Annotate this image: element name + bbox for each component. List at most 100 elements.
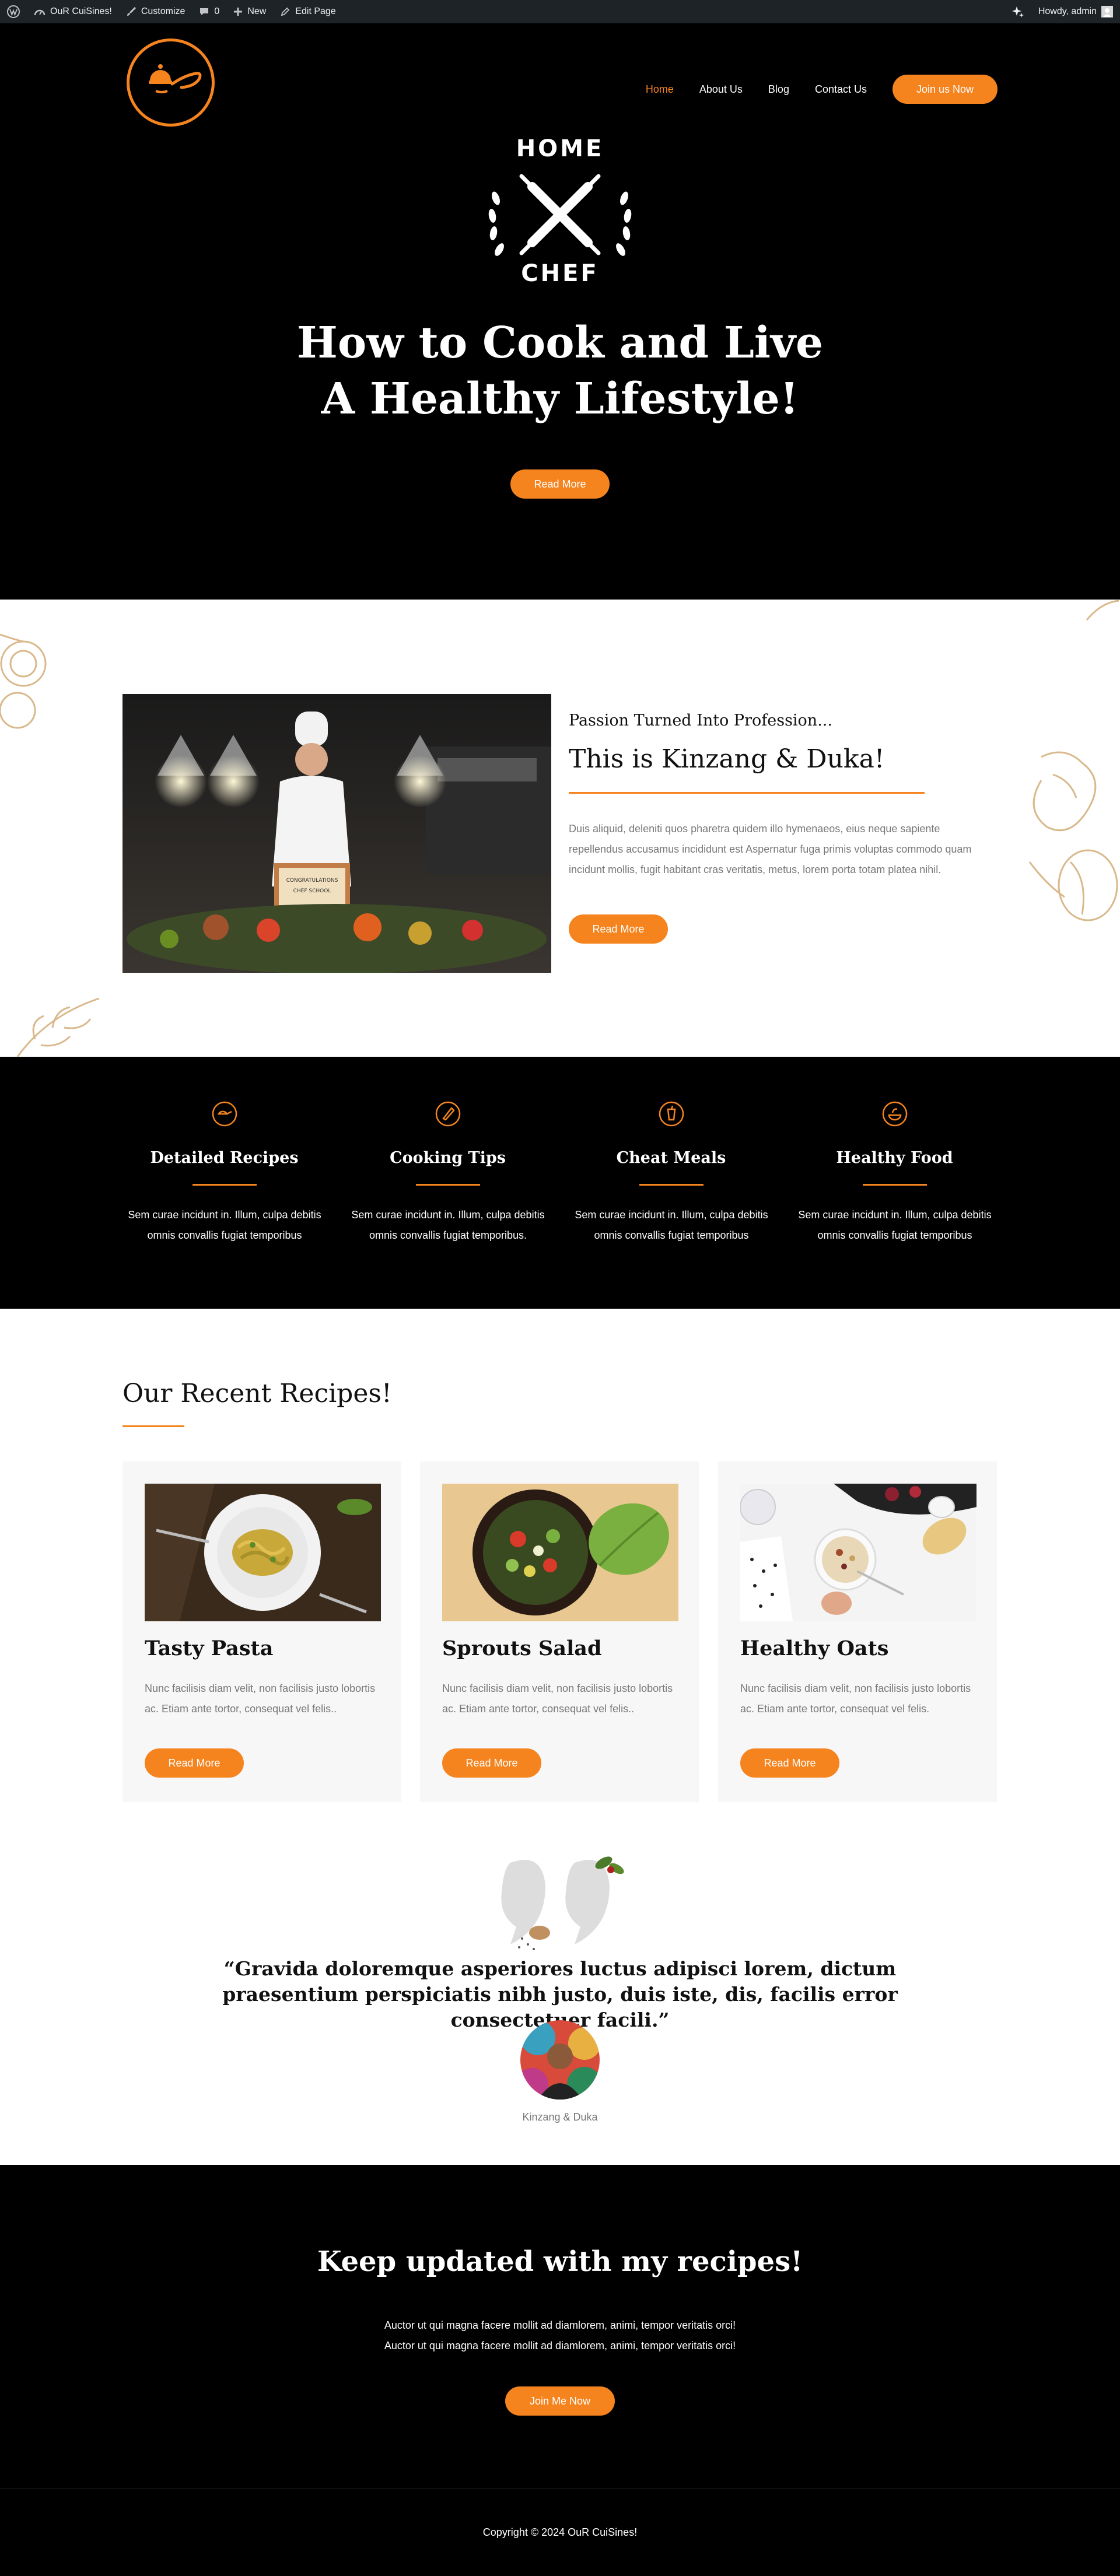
feature-underline: [863, 1184, 927, 1186]
garlic-ginger-sketch-icon: [1028, 751, 1118, 921]
wordpress-logo-menu[interactable]: [0, 0, 27, 23]
edit-page-label: Edit Page: [295, 6, 336, 16]
user-avatar-icon: [1101, 6, 1113, 17]
admin-bar: OuR CuiSines! Customize 0 New Edit Page …: [0, 0, 1120, 23]
hero-section: Home About Us Blog Contact Us Join us No…: [0, 23, 1120, 600]
herb-leaf-sketch-icon: [1086, 600, 1119, 621]
spoon-bowl-icon: [212, 1101, 237, 1127]
new-label: New: [247, 6, 267, 16]
recipe-read-more-button[interactable]: Read More: [442, 1748, 541, 1778]
feature-underline: [192, 1184, 257, 1186]
leaf-sprig-sketch-icon: [16, 997, 100, 1057]
about-title: This is Kinzang & Duka!: [569, 744, 885, 774]
recipes-title-underline: [123, 1425, 184, 1427]
join-me-now-button[interactable]: Join Me Now: [505, 2386, 615, 2416]
quote-mark-icon: [501, 1856, 624, 1950]
crossed-rolling-pins-emblem-icon: HOME CHEF: [488, 135, 632, 287]
nav-about-us[interactable]: About Us: [699, 83, 743, 96]
about-read-more-button[interactable]: Read More: [569, 914, 668, 944]
recipe-title[interactable]: Healthy Oats: [740, 1636, 889, 1660]
chef-kitchen-photo: CONGRATULATIONS CHEF SCHOOL: [123, 694, 551, 973]
drink-cup-icon: [659, 1101, 684, 1127]
feature-title: Cooking Tips: [390, 1149, 506, 1167]
new-content-menu[interactable]: New: [226, 0, 273, 23]
edit-page-link[interactable]: Edit Page: [273, 0, 342, 23]
account-menu[interactable]: Howdy, admin: [1031, 0, 1120, 23]
dashboard-gauge-icon: [34, 9, 46, 16]
feature-title: Cheat Meals: [616, 1149, 726, 1167]
site-name-label: OuR CuiSines!: [50, 6, 112, 16]
salad-icon: [882, 1101, 908, 1127]
recipe-read-more-button[interactable]: Read More: [145, 1748, 244, 1778]
recent-recipes-section: Our Recent Recipes! Tasty Pasta Nunc fac…: [0, 1309, 1120, 1816]
main-nav: Home About Us Blog Contact Us Join us No…: [620, 75, 998, 104]
svg-text:CHEF SCHOOL: CHEF SCHOOL: [293, 888, 331, 894]
howdy-label: Howdy, admin: [1038, 6, 1097, 16]
site-logo[interactable]: [125, 37, 216, 128]
comments-link[interactable]: 0: [192, 0, 226, 23]
pencil-icon: [281, 7, 290, 16]
svg-text:CONGRATULATIONS: CONGRATULATIONS: [286, 878, 338, 884]
newsletter-text-line2: Auctor ut qui magna facere mollit ad dia…: [384, 2340, 736, 2351]
home-chef-emblem: HOME CHEF: [478, 122, 642, 292]
hero-title: How to Cook and Live A Healthy Lifestyle…: [0, 315, 1120, 427]
hero-title-line2: A Healthy Lifestyle!: [321, 374, 799, 424]
paintbrush-icon: [127, 6, 136, 16]
feature-underline: [416, 1184, 480, 1186]
hero-title-line1: How to Cook and Live: [296, 318, 824, 368]
testimonial-section: “Gravida doloremque asperiores luctus ad…: [0, 1816, 1120, 2165]
emblem-bottom-text: CHEF: [521, 260, 598, 287]
plus-icon: [234, 8, 243, 16]
recipe-card: Healthy Oats Nunc facilisis diam velit, …: [718, 1462, 997, 1802]
hero-read-more-button[interactable]: Read More: [510, 469, 610, 499]
newsletter-title: Keep updated with my recipes!: [317, 2245, 803, 2278]
features-section: Detailed Recipes Sem curae incidunt in. …: [0, 1057, 1120, 1309]
nav-blog[interactable]: Blog: [768, 83, 789, 96]
testimonial-author: Kinzang & Duka: [522, 2111, 598, 2123]
newsletter-section: Keep updated with my recipes! Auctor ut …: [0, 2165, 1120, 2489]
recipe-card: Tasty Pasta Nunc facilisis diam velit, n…: [123, 1462, 401, 1802]
about-title-underline: [569, 792, 925, 794]
ai-sparkle-button[interactable]: [1005, 0, 1031, 23]
recipes-title: Our Recent Recipes!: [123, 1379, 392, 1408]
recipe-card: Sprouts Salad Nunc facilisis diam velit,…: [420, 1462, 699, 1802]
newsletter-text-line1: Auctor ut qui magna facere mollit ad dia…: [384, 2319, 736, 2331]
feature-text: Sem curae incidunt in. Illum, culpa debi…: [575, 1209, 768, 1241]
about-kicker: Passion Turned Into Profession...: [569, 712, 832, 730]
feature-underline: [639, 1184, 704, 1186]
about-section: CONGRATULATIONS CHEF SCHOOL Passion Turn…: [0, 600, 1120, 1057]
recipe-read-more-button[interactable]: Read More: [740, 1748, 839, 1778]
salad-photo: [442, 1484, 678, 1621]
recipe-excerpt: Nunc facilisis diam velit, non facilisis…: [740, 1683, 971, 1715]
wordpress-icon: [7, 5, 20, 18]
oats-photo: [740, 1484, 977, 1621]
nav-contact-us[interactable]: Contact Us: [815, 83, 867, 96]
copyright-text: Copyright © 2024 OuR CuiSines!: [482, 2526, 638, 2538]
recipe-title[interactable]: Tasty Pasta: [145, 1636, 273, 1660]
recipe-title[interactable]: Sprouts Salad: [442, 1636, 601, 1660]
feature-text: Sem curae incidunt in. Illum, culpa debi…: [798, 1209, 992, 1241]
feature-text: Sem curae incidunt in. Illum, culpa debi…: [128, 1209, 321, 1241]
site-name-menu[interactable]: OuR CuiSines!: [27, 0, 119, 23]
testimonial-avatar: [520, 2020, 600, 2100]
recipe-excerpt: Nunc facilisis diam velit, non facilisis…: [145, 1683, 376, 1715]
customize-label: Customize: [141, 6, 186, 16]
about-description: Duis aliquid, deleniti quos pharetra qui…: [569, 823, 972, 875]
nav-home[interactable]: Home: [646, 83, 674, 96]
recipe-excerpt: Nunc facilisis diam velit, non facilisis…: [442, 1683, 673, 1715]
join-us-button[interactable]: Join us Now: [892, 75, 998, 104]
tomato-sketch-icon: [0, 633, 47, 729]
sparkle-icon: [1012, 6, 1024, 17]
comments-count: 0: [214, 6, 220, 16]
site-footer: Copyright © 2024 OuR CuiSines!: [0, 2489, 1120, 2576]
feature-title: Healthy Food: [836, 1149, 953, 1167]
comment-bubble-icon: [200, 8, 209, 15]
feature-title: Detailed Recipes: [150, 1149, 299, 1167]
customize-link[interactable]: Customize: [119, 0, 192, 23]
feature-text: Sem curae incidunt in. Illum, culpa debi…: [351, 1209, 545, 1241]
pasta-photo: [145, 1484, 381, 1621]
newsletter-text: Auctor ut qui magna facere mollit ad dia…: [0, 2315, 1120, 2356]
knife-icon: [435, 1101, 461, 1127]
emblem-top-text: HOME: [516, 135, 604, 162]
bowl-spoon-logo-icon: [127, 38, 215, 127]
